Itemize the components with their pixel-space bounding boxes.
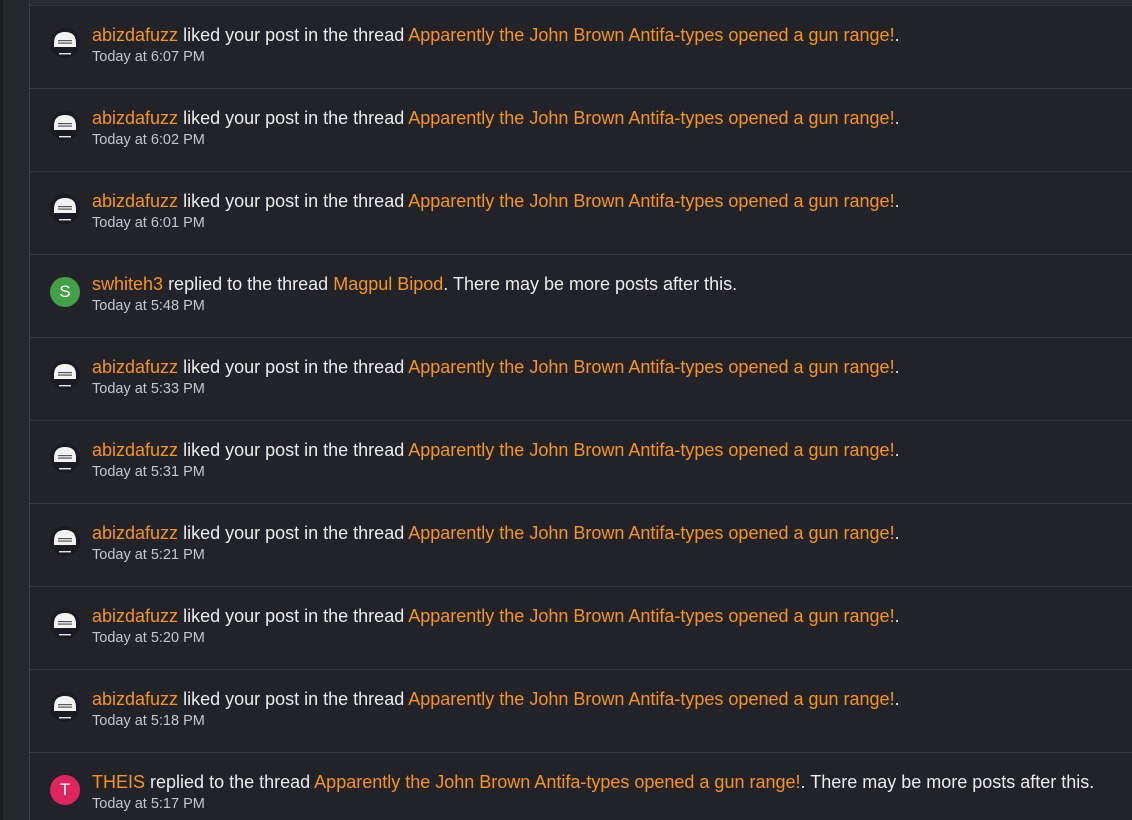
avatar[interactable] xyxy=(50,692,80,722)
avatar[interactable]: T xyxy=(50,775,80,805)
thread-link[interactable]: Apparently the John Brown Antifa-types o… xyxy=(408,689,894,709)
username-link[interactable]: abizdafuzz xyxy=(92,25,178,45)
username-link[interactable]: abizdafuzz xyxy=(92,440,178,460)
alert-suffix: . xyxy=(894,606,900,626)
thread-link[interactable]: Apparently the John Brown Antifa-types o… xyxy=(408,191,894,211)
thread-link[interactable]: Apparently the John Brown Antifa-types o… xyxy=(314,772,800,792)
hat-avatar-icon xyxy=(50,443,80,473)
alert-suffix: . xyxy=(894,191,900,211)
alert-action: liked your post in the thread xyxy=(183,689,405,709)
alert-suffix: . xyxy=(894,108,900,128)
hat-avatar-icon xyxy=(50,28,80,58)
hat-avatar-icon xyxy=(50,609,80,639)
thread-link[interactable]: Apparently the John Brown Antifa-types o… xyxy=(408,606,894,626)
alert-time: Today at 5:21 PM xyxy=(92,547,205,563)
alert-time: Today at 5:17 PM xyxy=(92,796,205,812)
hat-avatar-icon xyxy=(50,526,80,556)
alert-text: abizdafuzz liked your post in the thread… xyxy=(92,23,900,47)
thread-link[interactable]: Apparently the John Brown Antifa-types o… xyxy=(408,108,894,128)
alert-action: liked your post in the thread xyxy=(183,25,405,45)
username-link[interactable]: abizdafuzz xyxy=(92,357,178,377)
thread-link[interactable]: Magpul Bipod xyxy=(333,274,443,294)
alert-item[interactable]: abizdafuzz liked your post in the thread… xyxy=(30,172,1132,255)
alert-item[interactable]: abizdafuzz liked your post in the thread… xyxy=(30,587,1132,670)
alert-action: liked your post in the thread xyxy=(183,357,405,377)
alert-text: abizdafuzz liked your post in the thread… xyxy=(92,604,900,628)
alert-time: Today at 5:31 PM xyxy=(92,464,205,480)
alert-text: abizdafuzz liked your post in the thread… xyxy=(92,106,900,130)
username-link[interactable]: abizdafuzz xyxy=(92,191,178,211)
avatar[interactable] xyxy=(50,526,80,556)
alert-suffix: . xyxy=(894,440,900,460)
thread-link[interactable]: Apparently the John Brown Antifa-types o… xyxy=(408,25,894,45)
alert-time: Today at 5:18 PM xyxy=(92,713,205,729)
alerts-list: abizdafuzz liked your post in the thread… xyxy=(30,5,1132,820)
avatar[interactable] xyxy=(50,360,80,390)
username-link[interactable]: abizdafuzz xyxy=(92,108,178,128)
alert-text: abizdafuzz liked your post in the thread… xyxy=(92,687,900,711)
alert-suffix: . xyxy=(894,25,900,45)
alert-item[interactable]: S swhiteh3 replied to the thread Magpul … xyxy=(30,255,1132,338)
alert-item[interactable]: abizdafuzz liked your post in the thread… xyxy=(30,89,1132,172)
alert-suffix: . There may be more posts after this. xyxy=(443,274,738,294)
alert-action: liked your post in the thread xyxy=(183,108,405,128)
thread-link[interactable]: Apparently the John Brown Antifa-types o… xyxy=(408,440,894,460)
alert-text: abizdafuzz liked your post in the thread… xyxy=(92,355,900,379)
alert-time: Today at 6:02 PM xyxy=(92,132,205,148)
alert-action: liked your post in the thread xyxy=(183,606,405,626)
avatar[interactable] xyxy=(50,443,80,473)
alert-action: liked your post in the thread xyxy=(183,523,405,543)
avatar[interactable] xyxy=(50,194,80,224)
alert-text: abizdafuzz liked your post in the thread… xyxy=(92,189,900,213)
alert-suffix: . There may be more posts after this. xyxy=(800,772,1095,792)
avatar[interactable] xyxy=(50,28,80,58)
hat-avatar-icon xyxy=(50,111,80,141)
alert-item[interactable]: abizdafuzz liked your post in the thread… xyxy=(30,670,1132,753)
window-edge xyxy=(0,0,3,820)
alert-text: abizdafuzz liked your post in the thread… xyxy=(92,521,900,545)
hat-avatar-icon xyxy=(50,692,80,722)
username-link[interactable]: abizdafuzz xyxy=(92,606,178,626)
alert-action: replied to the thread xyxy=(150,772,311,792)
thread-link[interactable]: Apparently the John Brown Antifa-types o… xyxy=(408,357,894,377)
alert-time: Today at 6:01 PM xyxy=(92,215,205,231)
alert-item[interactable]: abizdafuzz liked your post in the thread… xyxy=(30,338,1132,421)
alert-action: replied to the thread xyxy=(168,274,329,294)
alert-time: Today at 5:48 PM xyxy=(92,298,205,314)
thread-link[interactable]: Apparently the John Brown Antifa-types o… xyxy=(408,523,894,543)
alert-item[interactable]: T THEIS replied to the thread Apparently… xyxy=(30,753,1132,820)
alert-suffix: . xyxy=(894,357,900,377)
alert-text: swhiteh3 replied to the thread Magpul Bi… xyxy=(92,272,737,296)
alert-action: liked your post in the thread xyxy=(183,440,405,460)
left-gutter xyxy=(0,0,30,820)
avatar[interactable] xyxy=(50,111,80,141)
username-link[interactable]: THEIS xyxy=(92,772,145,792)
alert-item[interactable]: abizdafuzz liked your post in the thread… xyxy=(30,6,1132,89)
alert-action: liked your post in the thread xyxy=(183,191,405,211)
hat-avatar-icon xyxy=(50,194,80,224)
alert-suffix: . xyxy=(894,523,900,543)
alert-time: Today at 6:07 PM xyxy=(92,49,205,65)
username-link[interactable]: abizdafuzz xyxy=(92,689,178,709)
hat-avatar-icon xyxy=(50,360,80,390)
alert-item[interactable]: abizdafuzz liked your post in the thread… xyxy=(30,504,1132,587)
username-link[interactable]: abizdafuzz xyxy=(92,523,178,543)
avatar[interactable] xyxy=(50,609,80,639)
avatar[interactable]: S xyxy=(50,277,80,307)
alert-text: abizdafuzz liked your post in the thread… xyxy=(92,438,900,462)
alert-item[interactable]: abizdafuzz liked your post in the thread… xyxy=(30,421,1132,504)
alert-time: Today at 5:20 PM xyxy=(92,630,205,646)
username-link[interactable]: swhiteh3 xyxy=(92,274,163,294)
alert-suffix: . xyxy=(894,689,900,709)
alert-time: Today at 5:33 PM xyxy=(92,381,205,397)
alert-text: THEIS replied to the thread Apparently t… xyxy=(92,770,1094,794)
